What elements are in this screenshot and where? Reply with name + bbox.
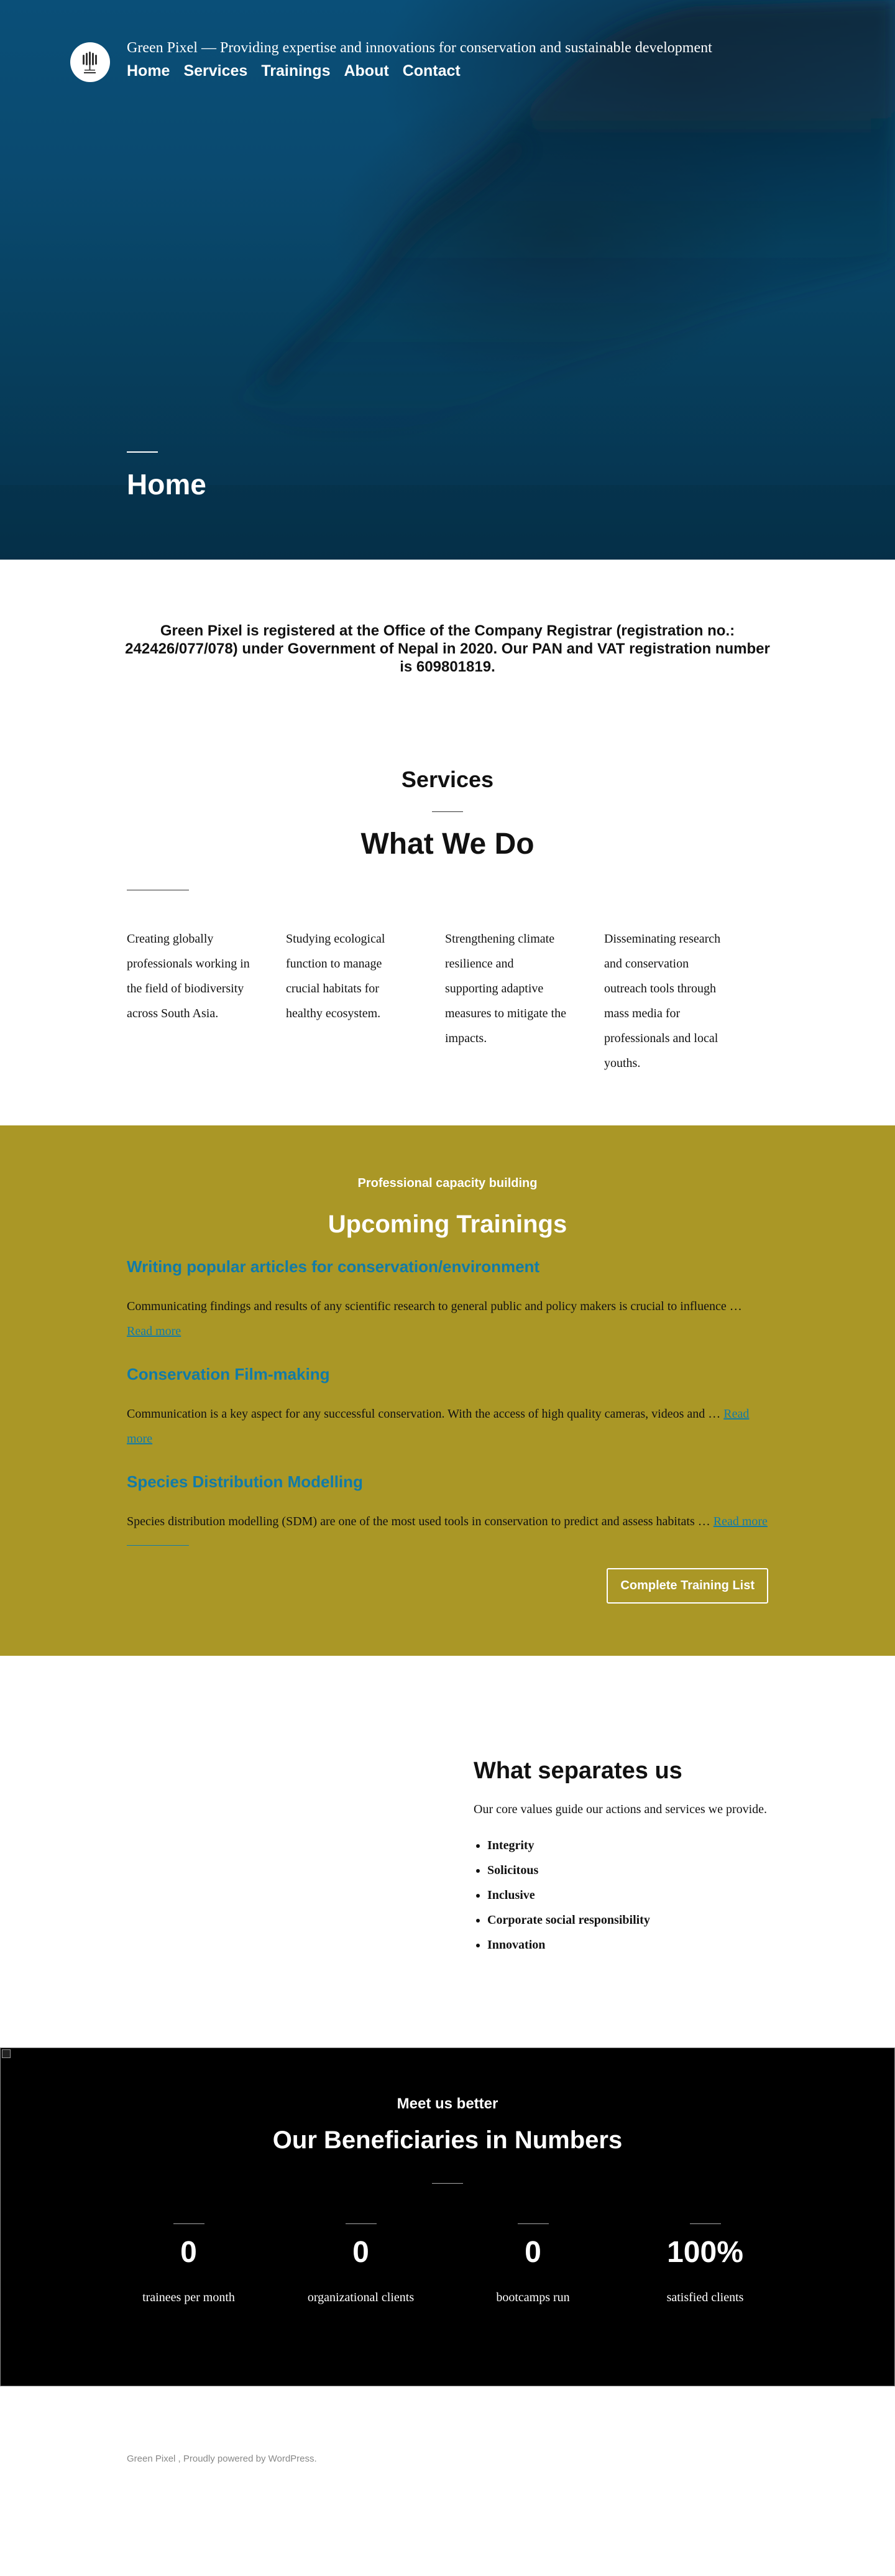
training-excerpt-text: Species distribution modelling (SDM) are… — [127, 1515, 710, 1528]
training-excerpt: Species distribution modelling (SDM) are… — [127, 1509, 768, 1534]
read-more-link[interactable]: Read more — [714, 1515, 768, 1528]
site-branding: Green Pixel — Providing expertise and inno… — [127, 40, 712, 57]
stat-divider — [173, 2223, 204, 2224]
service-item: Studying ecological function to manage c… — [286, 932, 385, 1020]
trainings-list: Writing popular articles for conservatio… — [127, 1257, 768, 1604]
site-footer: Green Pixel , Proudly powered by WordPre… — [0, 2386, 895, 2492]
value-item: Integrity — [487, 1833, 772, 1858]
value-item: Corporate social responsibility — [487, 1908, 772, 1932]
stat-divider — [517, 2223, 549, 2224]
trainings-divider — [127, 1545, 189, 1546]
hero-section: Green Pixel — Providing expertise and inno… — [0, 0, 895, 560]
training-title[interactable]: Conservation Film-making — [127, 1365, 768, 1384]
nav-contact[interactable]: Contact — [403, 62, 461, 80]
value-item: Inclusive — [487, 1883, 772, 1908]
registration-text: Green Pixel is registered at the Office … — [125, 622, 770, 675]
training-item: Species Distribution Modelling Species d… — [127, 1472, 768, 1534]
stat-value: 0 — [352, 2236, 369, 2269]
services-section: Services What We Do Creating globally pr… — [0, 676, 895, 1125]
training-title[interactable]: Species Distribution Modelling — [127, 1472, 768, 1492]
stat-label: satisfied clients — [666, 2291, 744, 2304]
service-item: Strengthening climate resilience and sup… — [445, 932, 566, 1045]
nav-about[interactable]: About — [344, 62, 388, 80]
numbers-section: Meet us better Our Beneficiaries in Numb… — [0, 2047, 895, 2386]
stat-item: 100% satisfied clients — [619, 2223, 791, 2305]
stat-item: 0 trainees per month — [103, 2223, 275, 2305]
stat-value: 100% — [667, 2236, 743, 2269]
stat-item: 0 organizational clients — [275, 2223, 447, 2305]
numbers-grid: 0 trainees per month 0 organizational cl… — [103, 2223, 792, 2305]
read-more-link[interactable]: Read more — [127, 1324, 181, 1338]
footer-credit[interactable]: Green Pixel , Proudly powered by WordPre… — [127, 2454, 317, 2464]
training-title[interactable]: Writing popular articles for conservatio… — [127, 1257, 768, 1276]
value-item: Innovation — [487, 1932, 772, 1957]
numbers-divider — [432, 2183, 463, 2184]
services-divider — [432, 811, 463, 812]
stat-label: bootcamps run — [496, 2291, 570, 2304]
broken-image-icon — [2, 2049, 11, 2058]
site-tagline: Providing expertise and innovations for … — [219, 40, 712, 56]
stat-value: 0 — [180, 2236, 197, 2269]
training-excerpt: Communicating findings and results of an… — [127, 1294, 768, 1344]
site-title[interactable]: Green Pixel — [127, 40, 198, 56]
stat-divider — [689, 2223, 721, 2224]
title-separator: — — [201, 40, 216, 56]
values-section: What separates us Our core values guide … — [0, 1656, 895, 2047]
nav-home[interactable]: Home — [127, 62, 170, 80]
tree-logo-icon[interactable] — [70, 42, 110, 82]
numbers-heading: Our Beneficiaries in Numbers — [272, 2126, 623, 2154]
services-grid: Creating globally professionals working … — [127, 926, 768, 1125]
training-excerpt: Communication is a key aspect for any su… — [127, 1401, 768, 1451]
stat-label: organizational clients — [307, 2291, 415, 2304]
services-heading: Services — [401, 767, 494, 792]
training-excerpt-text: Communicating findings and results of an… — [127, 1300, 742, 1313]
registration-section: Green Pixel is registered at the Office … — [0, 560, 895, 676]
trainings-section: Professional capacity building Upcoming … — [0, 1125, 895, 1656]
primary-nav: Home Services Trainings About Contact — [127, 62, 461, 80]
values-intro: Our core values guide our actions and se… — [474, 1803, 768, 1816]
stat-divider — [345, 2223, 377, 2224]
training-item: Writing popular articles for conservatio… — [127, 1257, 768, 1344]
value-item: Solicitous — [487, 1858, 772, 1883]
values-heading: What separates us — [474, 1758, 682, 1784]
numbers-kicker: Meet us better — [397, 2095, 498, 2112]
service-item: Disseminating research and conservation … — [604, 932, 721, 1070]
values-list: Integrity Solicitous Inclusive Corporate… — [474, 1833, 772, 1957]
training-excerpt-text: Communication is a key aspect for any su… — [127, 1407, 721, 1421]
page-title: Home — [127, 468, 206, 501]
stat-value: 0 — [525, 2236, 541, 2269]
trainings-kicker: Professional capacity building — [357, 1176, 538, 1190]
service-item: Creating globally professionals working … — [127, 932, 250, 1020]
values-column: What separates us Our core values guide … — [474, 1758, 772, 1957]
trainings-heading: Upcoming Trainings — [328, 1211, 567, 1238]
complete-training-list-button[interactable]: Complete Training List — [607, 1568, 768, 1604]
nav-services[interactable]: Services — [183, 62, 247, 80]
stat-label: trainees per month — [142, 2291, 235, 2304]
services-subheading: What We Do — [360, 828, 535, 861]
hero-divider — [127, 451, 158, 453]
stat-item: 0 bootcamps run — [447, 2223, 619, 2305]
nav-trainings[interactable]: Trainings — [261, 62, 330, 80]
training-item: Conservation Film-making Communication i… — [127, 1365, 768, 1451]
